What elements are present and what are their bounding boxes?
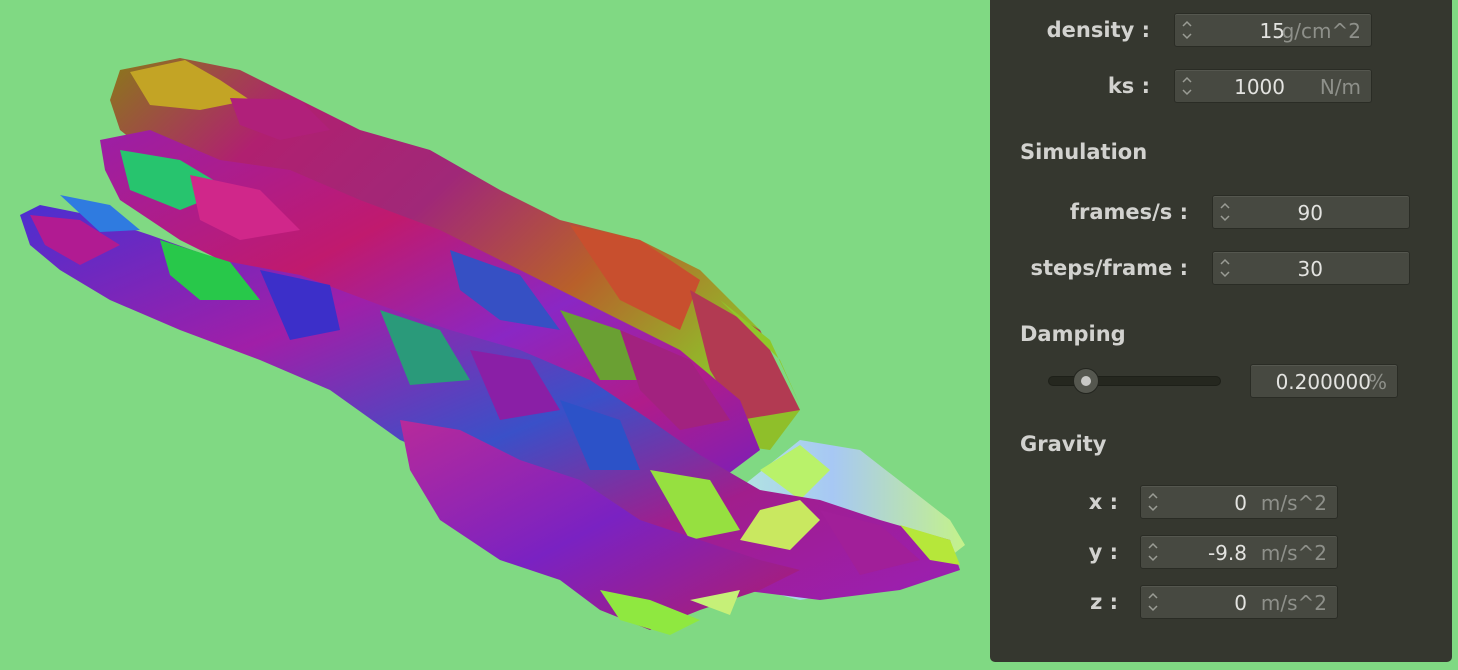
gravity-z-unit: m/s^2 xyxy=(1260,591,1327,615)
damping-slider-handle[interactable] xyxy=(1072,368,1099,394)
gravity-z-label: z : xyxy=(1090,590,1118,614)
ks-value: 1000 xyxy=(1234,75,1285,99)
gravity-x-value: 0 xyxy=(1234,491,1247,515)
spin-arrows-icon[interactable] xyxy=(1181,74,1193,98)
density-spinbox[interactable]: 15 g/cm^2 xyxy=(1174,13,1372,47)
gravity-y-spinbox[interactable]: -9.8 m/s^2 xyxy=(1140,535,1338,569)
frames-per-second-spinbox[interactable]: 90 xyxy=(1212,195,1410,229)
gravity-x-unit: m/s^2 xyxy=(1260,491,1327,515)
gravity-z-spinbox[interactable]: 0 m/s^2 xyxy=(1140,585,1338,619)
gravity-heading: Gravity xyxy=(1020,432,1107,456)
ks-label: ks : xyxy=(1107,74,1150,98)
properties-panel: density : 15 g/cm^2 ks : 1000 N/m Simula… xyxy=(990,0,1452,662)
spin-arrows-icon[interactable] xyxy=(1147,590,1159,614)
steps-per-frame-spinbox[interactable]: 30 xyxy=(1212,251,1410,285)
gravity-y-value: -9.8 xyxy=(1207,541,1247,565)
gravity-y-unit: m/s^2 xyxy=(1260,541,1327,565)
cloth-mesh-render xyxy=(20,58,965,635)
spin-arrows-icon[interactable] xyxy=(1181,18,1193,42)
simulation-heading: Simulation xyxy=(1020,140,1148,164)
frames-per-second-value: 90 xyxy=(1297,201,1323,225)
steps-per-frame-label: steps/frame : xyxy=(1030,256,1188,280)
ks-spinbox[interactable]: 1000 N/m xyxy=(1174,69,1372,103)
gravity-x-spinbox[interactable]: 0 m/s^2 xyxy=(1140,485,1338,519)
damping-heading: Damping xyxy=(1020,322,1126,346)
steps-per-frame-value: 30 xyxy=(1297,257,1323,281)
gravity-y-label: y : xyxy=(1088,540,1118,564)
damping-value: 0.200000 xyxy=(1275,370,1371,394)
gravity-x-label: x : xyxy=(1088,490,1118,514)
spin-arrows-icon[interactable] xyxy=(1147,490,1159,514)
damping-unit: % xyxy=(1367,370,1387,394)
gravity-z-value: 0 xyxy=(1234,591,1247,615)
damping-value-field[interactable]: 0.200000 % xyxy=(1250,364,1398,398)
3d-viewport[interactable] xyxy=(0,0,990,670)
density-label: density : xyxy=(1046,18,1150,42)
density-unit: g/cm^2 xyxy=(1281,19,1361,43)
spin-arrows-icon[interactable] xyxy=(1147,540,1159,564)
ks-unit: N/m xyxy=(1319,75,1361,99)
spin-arrows-icon[interactable] xyxy=(1219,256,1231,280)
spin-arrows-icon[interactable] xyxy=(1219,200,1231,224)
frames-per-second-label: frames/s : xyxy=(1069,200,1188,224)
